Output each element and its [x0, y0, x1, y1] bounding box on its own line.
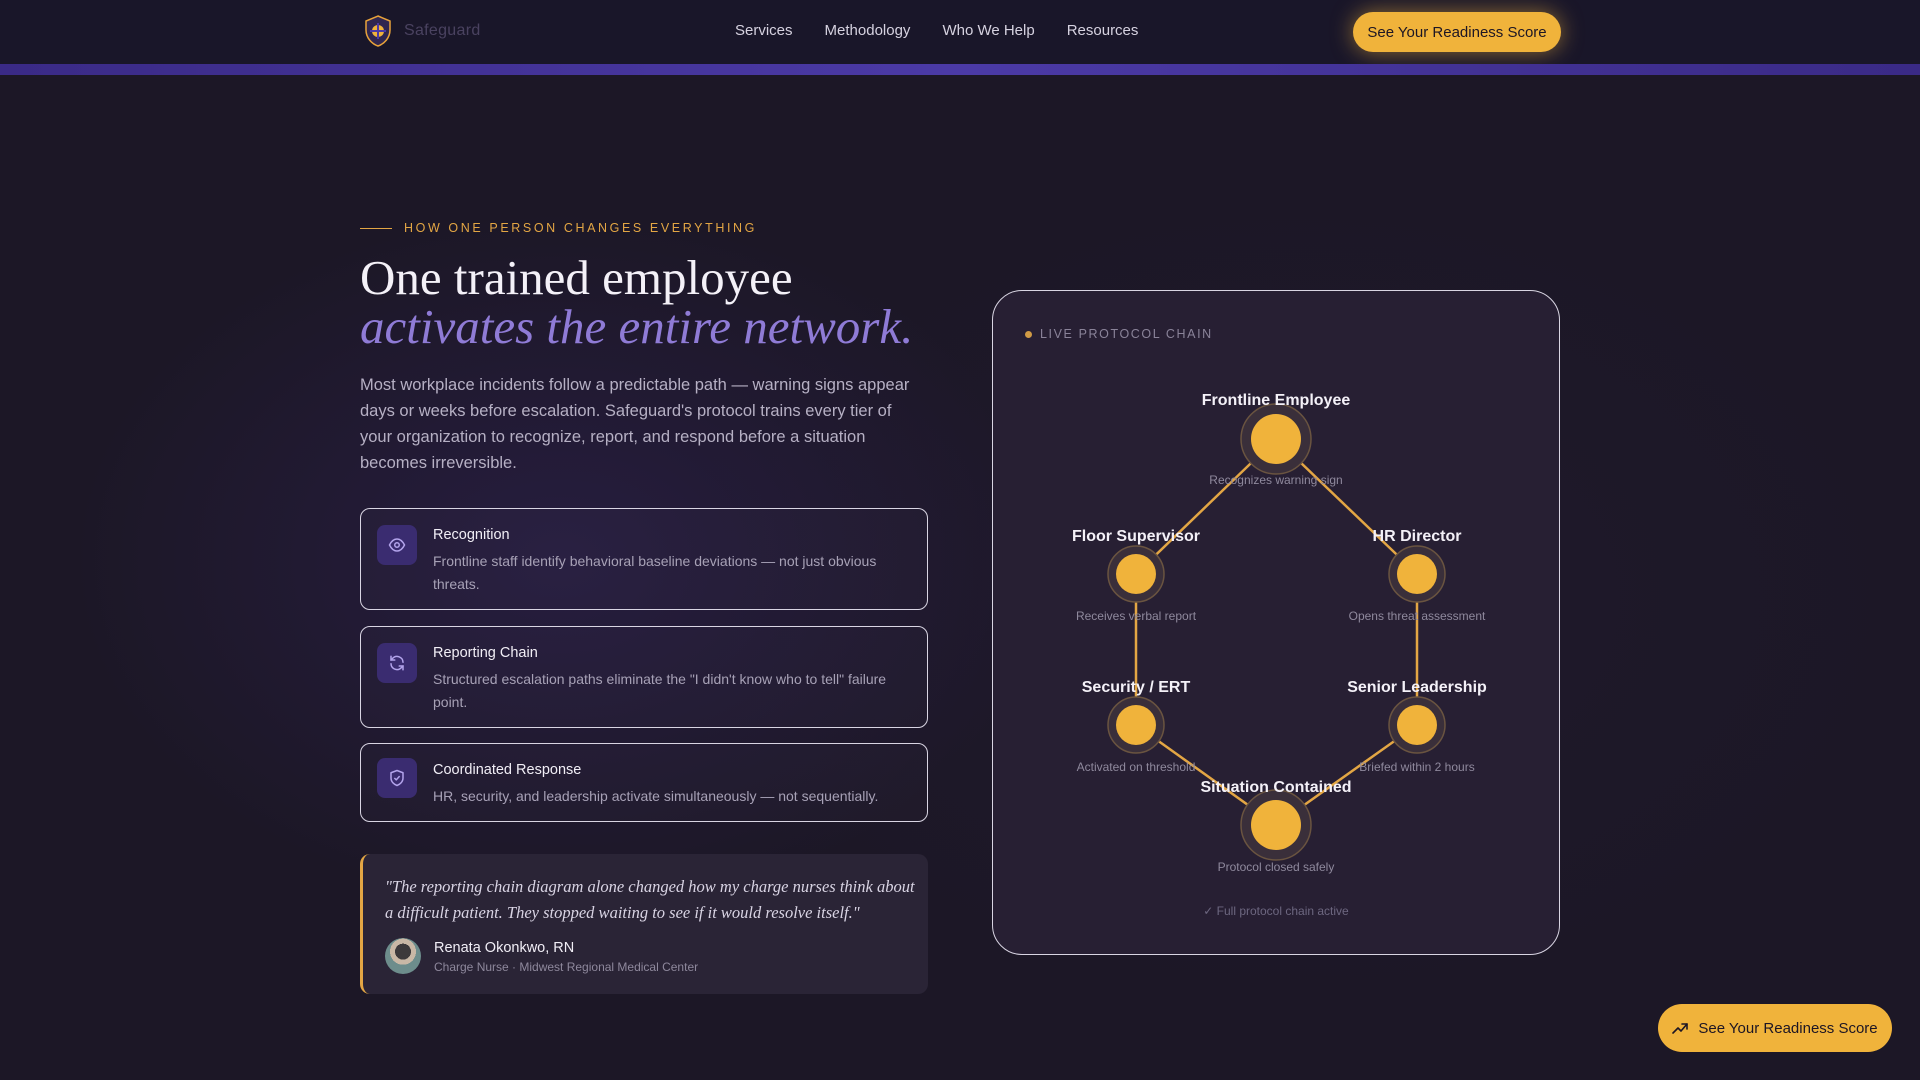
node-title: HR Director [1373, 528, 1462, 545]
feature-card-coordinated-response: Coordinated Response HR, security, and l… [360, 743, 928, 822]
chain-node-situation-contained[interactable]: Situation Contained Protocol closed safe… [1200, 779, 1351, 874]
testimonial-card: "The reporting chain diagram alone chang… [360, 854, 928, 994]
accent-bar [0, 64, 1920, 75]
eyebrow-line [360, 227, 392, 229]
feature-description: HR, security, and leadership activate si… [433, 788, 879, 804]
feature-title: Coordinated Response [433, 762, 582, 778]
top-nav: Safeguard Services Methodology Who We He… [0, 0, 1920, 64]
live-dot-icon [1025, 330, 1032, 338]
chain-status-text: ✓ Full protocol chain active [1203, 904, 1349, 918]
nav-links: Services Methodology Who We Help Resourc… [735, 22, 1138, 39]
feature-title: Reporting Chain [433, 645, 538, 661]
node-subtitle: Protocol closed safely [1218, 860, 1335, 874]
chain-node-security-ert[interactable]: Security / ERT Activated on threshold [1077, 679, 1196, 774]
node-title: Frontline Employee [1202, 392, 1351, 409]
protocol-chain-diagram: Frontline Employee Recognizes warning si… [1072, 392, 1487, 918]
shield-logo-icon[interactable] [362, 14, 394, 48]
floating-readiness-button[interactable]: See Your Readiness Score [1658, 1004, 1892, 1052]
chain-node-floor-supervisor[interactable]: Floor Supervisor Receives verbal report [1072, 528, 1200, 623]
refresh-icon [377, 643, 417, 683]
live-chain-label: LIVE PROTOCOL CHAIN [1025, 327, 1213, 341]
feature-title: Recognition [433, 527, 510, 543]
node-subtitle: Activated on threshold [1077, 760, 1196, 774]
nav-link-methodology[interactable]: Methodology [825, 22, 911, 39]
nav-link-services[interactable]: Services [735, 22, 793, 39]
logo-text[interactable]: Safeguard [404, 22, 481, 40]
feature-card-reporting-chain: Reporting Chain Structured escalation pa… [360, 626, 928, 728]
shield-check-icon [377, 758, 417, 798]
testimonial-role: Charge Nurse · Midwest Regional Medical … [434, 960, 699, 974]
trend-up-icon [1672, 1023, 1689, 1034]
section-eyebrow: HOW ONE PERSON CHANGES EVERYTHING [360, 221, 757, 235]
testimonial-name: Renata Okonkwo, RN [434, 940, 575, 956]
eye-icon [377, 525, 417, 565]
eyebrow-text: HOW ONE PERSON CHANGES EVERYTHING [404, 221, 757, 235]
live-chain-label-text: LIVE PROTOCOL CHAIN [1040, 327, 1213, 341]
node-subtitle: Receives verbal report [1076, 609, 1197, 623]
protocol-chain-card: Frontline Employee Recognizes warning si… [992, 290, 1560, 955]
avatar [385, 938, 421, 974]
feature-description: Frontline staff identify behavioral base… [433, 553, 877, 592]
nav-link-who-we-help[interactable]: Who We Help [942, 22, 1034, 39]
chain-node-frontline[interactable]: Frontline Employee Recognizes warning si… [1202, 392, 1351, 487]
headline-line-2: activates the entire network. [360, 299, 914, 354]
node-subtitle: Recognizes warning sign [1209, 473, 1342, 487]
chain-node-senior-leadership[interactable]: Senior Leadership Briefed within 2 hours [1347, 679, 1487, 774]
node-title: Situation Contained [1200, 779, 1351, 796]
chain-node-hr-director[interactable]: HR Director Opens threat assessment [1349, 528, 1486, 623]
feature-description: Structured escalation paths eliminate th… [433, 671, 887, 710]
node-title: Floor Supervisor [1072, 528, 1200, 545]
testimonial-quote: "The reporting chain diagram alone chang… [385, 877, 915, 922]
node-title: Security / ERT [1082, 679, 1191, 696]
readiness-score-button[interactable]: See Your Readiness Score [1353, 12, 1561, 52]
node-title: Senior Leadership [1347, 679, 1487, 696]
lead-paragraph: Most workplace incidents follow a predic… [360, 376, 910, 472]
feature-card-recognition: Recognition Frontline staff identify beh… [360, 508, 928, 610]
nav-link-resources[interactable]: Resources [1067, 22, 1139, 39]
node-subtitle: Briefed within 2 hours [1359, 760, 1474, 774]
node-subtitle: Opens threat assessment [1349, 609, 1486, 623]
floating-cta-label: See Your Readiness Score [1698, 1019, 1878, 1037]
